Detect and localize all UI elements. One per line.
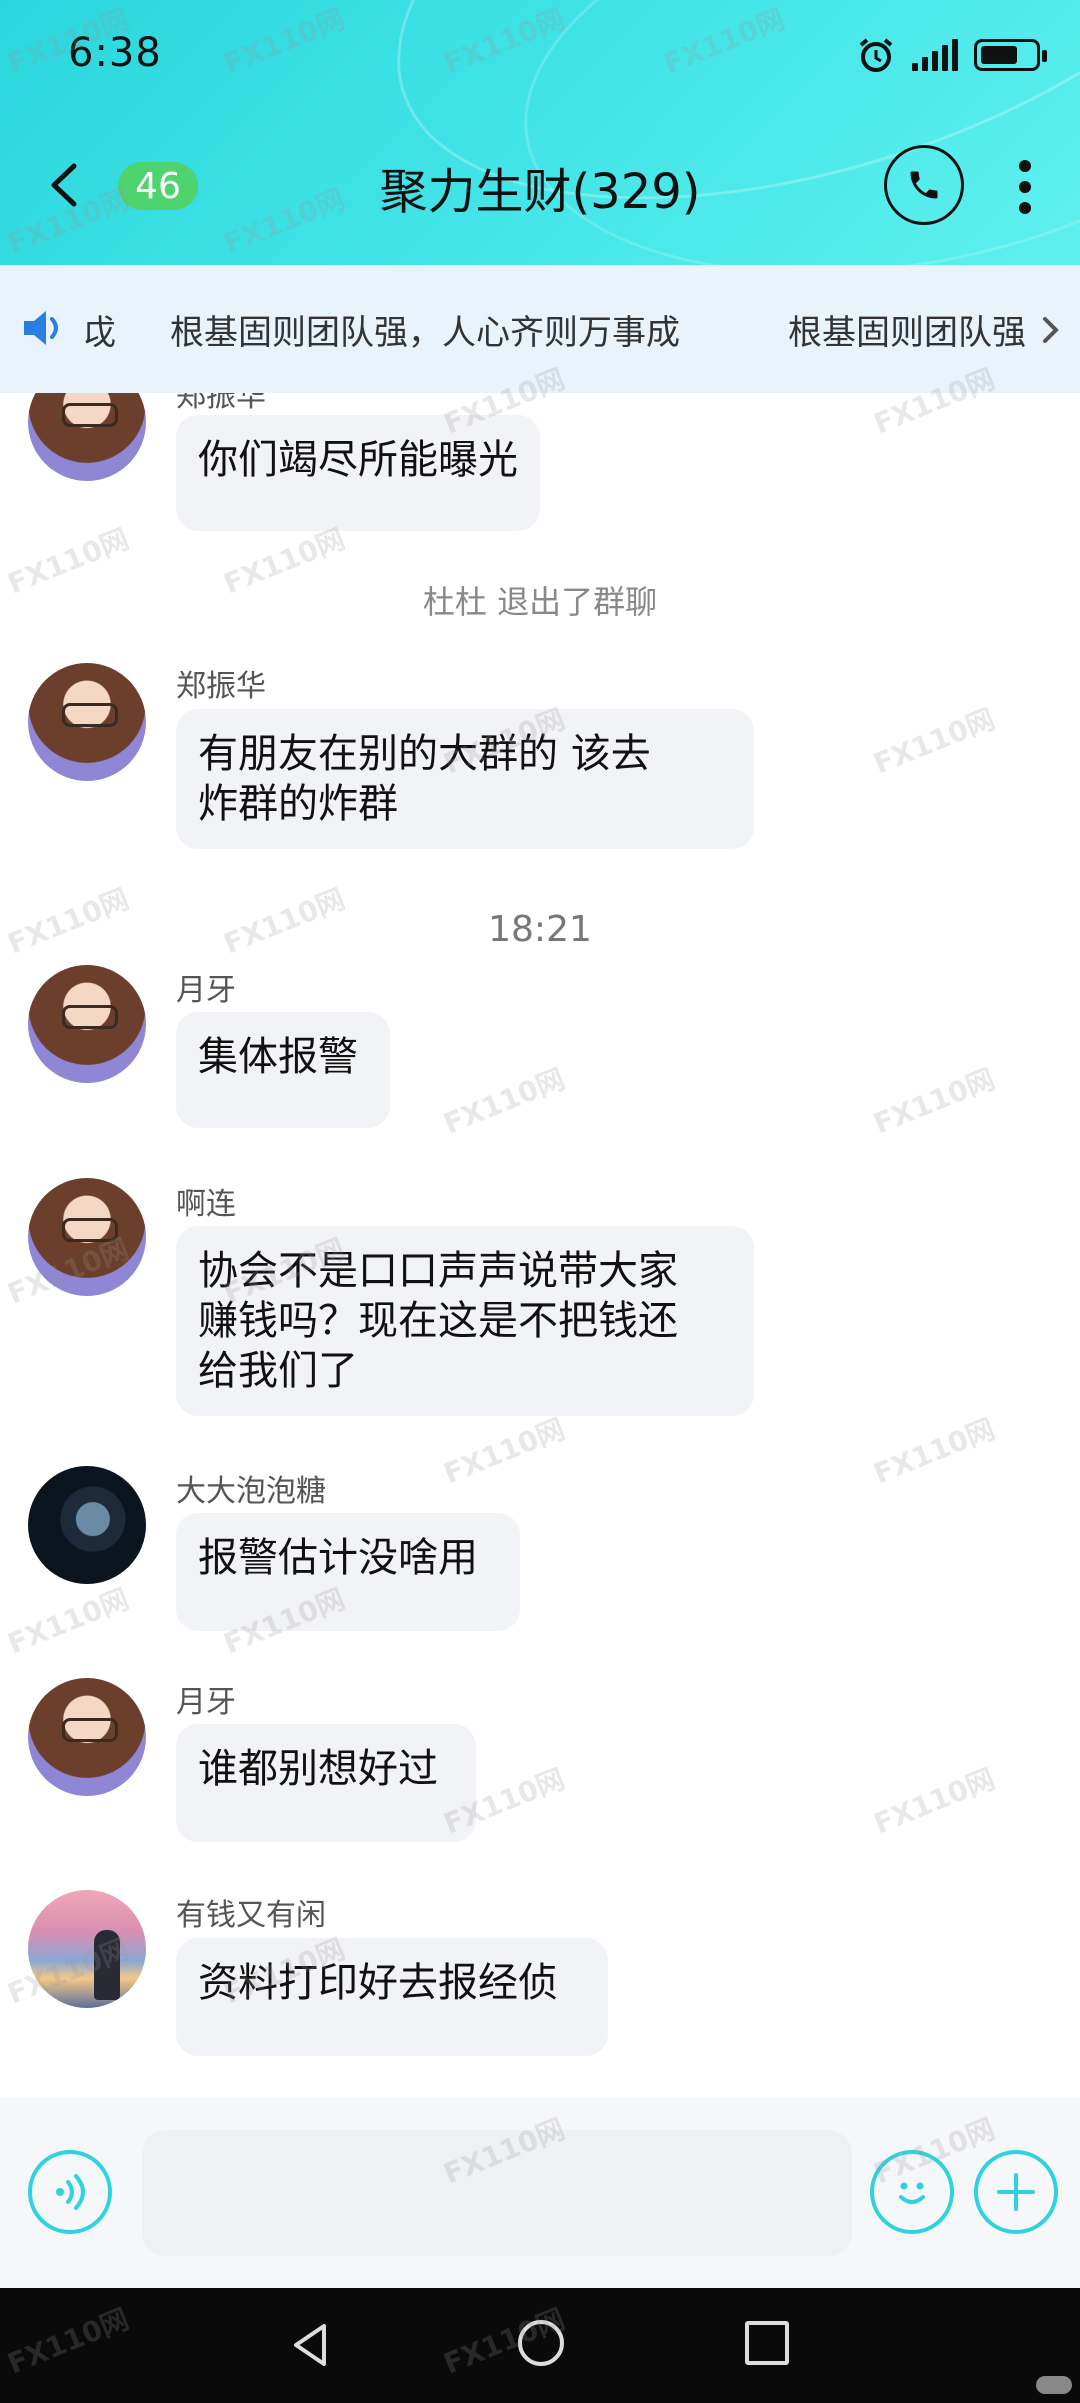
message-bubble[interactable]: 谁都别想好过 xyxy=(176,1724,476,1842)
avatar[interactable] xyxy=(28,393,146,481)
plus-button[interactable] xyxy=(974,2150,1058,2234)
message-line: 有朋友在别的大群的 该去 xyxy=(198,731,651,777)
avatar[interactable] xyxy=(28,1678,146,1796)
message-bubble[interactable]: 你们竭尽所能曝光 xyxy=(176,415,540,531)
message-line: 炸群的炸群 xyxy=(198,781,398,827)
sender-name: 月牙 xyxy=(176,1685,236,1720)
avatar[interactable] xyxy=(28,1890,146,2008)
signal-icon xyxy=(912,39,958,71)
message-input[interactable] xyxy=(142,2130,852,2256)
chat-header: 6:38 46 聚力生财(329) xyxy=(0,0,1080,265)
system-nav-bar xyxy=(0,2288,1080,2403)
message-bubble[interactable]: 资料打印好去报经侦 xyxy=(176,1938,608,2056)
nav-home-icon[interactable] xyxy=(518,2320,564,2366)
speaker-icon xyxy=(24,311,58,345)
phone-icon xyxy=(910,171,938,199)
announcement-text-repeat: 根基固则团队强 xyxy=(788,313,1026,353)
call-button[interactable] xyxy=(884,145,964,225)
plus-icon xyxy=(997,2173,1035,2211)
status-icons xyxy=(856,30,1047,80)
alarm-icon xyxy=(859,38,893,72)
status-time: 6:38 xyxy=(68,30,162,76)
nav-back-icon[interactable] xyxy=(286,2320,336,2370)
more-icon[interactable] xyxy=(1010,160,1040,220)
sender-name: 郑振华 xyxy=(176,393,266,414)
avatar[interactable] xyxy=(28,663,146,781)
avatar[interactable] xyxy=(28,965,146,1083)
sender-name: 月牙 xyxy=(176,973,236,1008)
message-line: 协会不是口口声声说带大家 xyxy=(198,1248,678,1294)
sender-name: 啊连 xyxy=(176,1187,236,1222)
system-message: 杜杜 退出了群聊 xyxy=(422,583,658,621)
announcement-fragment: 戉 xyxy=(82,313,116,353)
nav-recent-icon[interactable] xyxy=(745,2321,789,2365)
announcement-bar[interactable]: 戉 根基固则团队强，人心齐则万事成 根基固则团队强 xyxy=(0,265,1080,393)
message-list[interactable]: 郑振华 你们竭尽所能曝光 杜杜 退出了群聊 郑振华 有朋友在别的大群的 该去 炸… xyxy=(0,393,1080,2098)
avatar[interactable] xyxy=(28,1178,146,1296)
timestamp: 18:21 xyxy=(488,909,592,950)
emoji-icon xyxy=(899,2182,925,2204)
message-line: 赚钱吗？现在这是不把钱还 xyxy=(198,1298,678,1344)
message-bubble[interactable]: 协会不是口口声声说带大家 赚钱吗？现在这是不把钱还 给我们了 xyxy=(176,1226,754,1416)
sender-name: 大大泡泡糖 xyxy=(176,1474,326,1509)
message-bubble[interactable]: 有朋友在别的大群的 该去 炸群的炸群 xyxy=(176,709,754,849)
input-bar xyxy=(0,2098,1080,2288)
avatar[interactable] xyxy=(28,1466,146,1584)
message-bubble[interactable]: 报警估计没啥用 xyxy=(176,1513,520,1631)
message-line: 给我们了 xyxy=(198,1348,358,1394)
emoji-button[interactable] xyxy=(870,2150,954,2234)
voice-button[interactable] xyxy=(28,2150,112,2234)
announcement-text: 根基固则团队强，人心齐则万事成 xyxy=(170,313,680,353)
chevron-right-icon[interactable] xyxy=(1040,315,1062,345)
voice-icon xyxy=(56,2174,85,2210)
sender-name: 郑振华 xyxy=(176,669,266,704)
message-bubble[interactable]: 集体报警 xyxy=(176,1012,390,1128)
battery-icon xyxy=(974,39,1047,71)
page-indicator xyxy=(1036,2376,1072,2394)
sender-name: 有钱又有闲 xyxy=(176,1898,326,1933)
